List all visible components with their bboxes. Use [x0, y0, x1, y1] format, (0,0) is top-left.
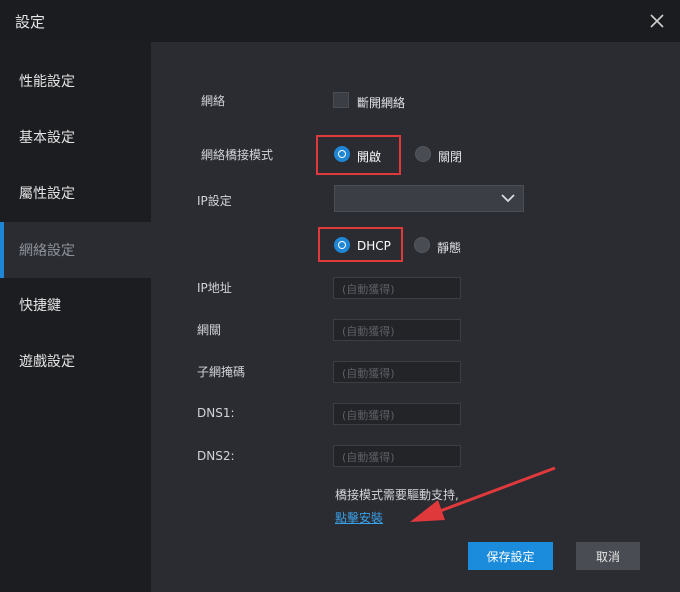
- disconnect-network-label: 斷開網絡: [357, 96, 406, 110]
- window-title: 設定: [15, 13, 46, 31]
- dns1-label: DNS1:: [197, 406, 235, 420]
- chevron-down-icon: [501, 194, 515, 203]
- sidebar-item-performance[interactable]: 性能設定: [0, 53, 151, 109]
- network-label: 網絡: [201, 94, 226, 108]
- subnet-mask-field[interactable]: (自動獲得): [333, 361, 461, 383]
- bridge-on-radio[interactable]: [334, 146, 350, 162]
- dhcp-radio[interactable]: [334, 237, 350, 253]
- subnet-mask-label: 子網掩碼: [197, 365, 246, 379]
- save-settings-button[interactable]: 保存設定: [468, 542, 553, 570]
- bridge-on-label: 開啟: [357, 150, 382, 164]
- annotation-arrow-icon: [410, 466, 556, 522]
- static-radio[interactable]: [414, 237, 430, 253]
- close-icon: [650, 14, 664, 28]
- ip-address-field[interactable]: (自動獲得): [333, 277, 461, 299]
- gateway-label: 網關: [197, 323, 222, 337]
- sidebar-item-game[interactable]: 遊戲設定: [0, 333, 151, 389]
- install-driver-link[interactable]: 點擊安裝: [335, 509, 383, 526]
- sidebar-item-properties[interactable]: 屬性設定: [0, 165, 151, 221]
- static-label: 靜態: [437, 241, 462, 255]
- bridge-off-label: 關閉: [438, 150, 463, 164]
- ip-address-label: IP地址: [197, 281, 232, 295]
- bridge-off-radio[interactable]: [415, 146, 431, 162]
- bridge-mode-label: 網絡橋接模式: [201, 148, 274, 162]
- dhcp-label: DHCP: [357, 239, 391, 253]
- ip-setting-label: IP設定: [197, 194, 232, 208]
- dns2-label: DNS2:: [197, 449, 235, 463]
- cancel-button[interactable]: 取消: [576, 542, 640, 570]
- close-button[interactable]: [644, 8, 670, 34]
- sidebar-item-network[interactable]: 網絡設定: [0, 222, 151, 278]
- sidebar-item-shortcuts[interactable]: 快捷鍵: [0, 277, 151, 333]
- sidebar-item-basic[interactable]: 基本設定: [0, 109, 151, 165]
- gateway-field[interactable]: (自動獲得): [333, 319, 461, 341]
- disconnect-network-checkbox[interactable]: [333, 92, 349, 108]
- title-bar: 設定: [0, 0, 680, 42]
- ip-setting-select[interactable]: [334, 185, 524, 212]
- sidebar: 性能設定 基本設定 屬性設定 網絡設定 快捷鍵 遊戲設定: [0, 42, 151, 592]
